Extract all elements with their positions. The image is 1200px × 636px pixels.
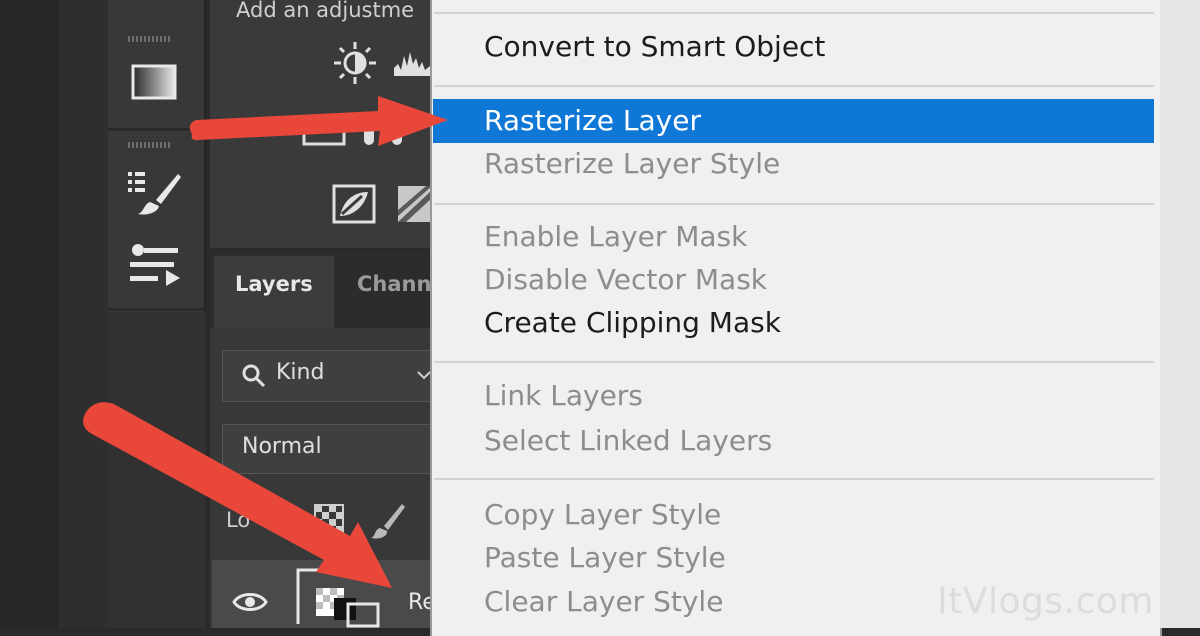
arrow-to-layer-thumbnail	[83, 402, 392, 588]
annotation-arrows	[83, 96, 448, 588]
watermark: ItVlogs.com	[937, 581, 1154, 622]
arrow-to-rasterize-layer	[189, 96, 448, 146]
